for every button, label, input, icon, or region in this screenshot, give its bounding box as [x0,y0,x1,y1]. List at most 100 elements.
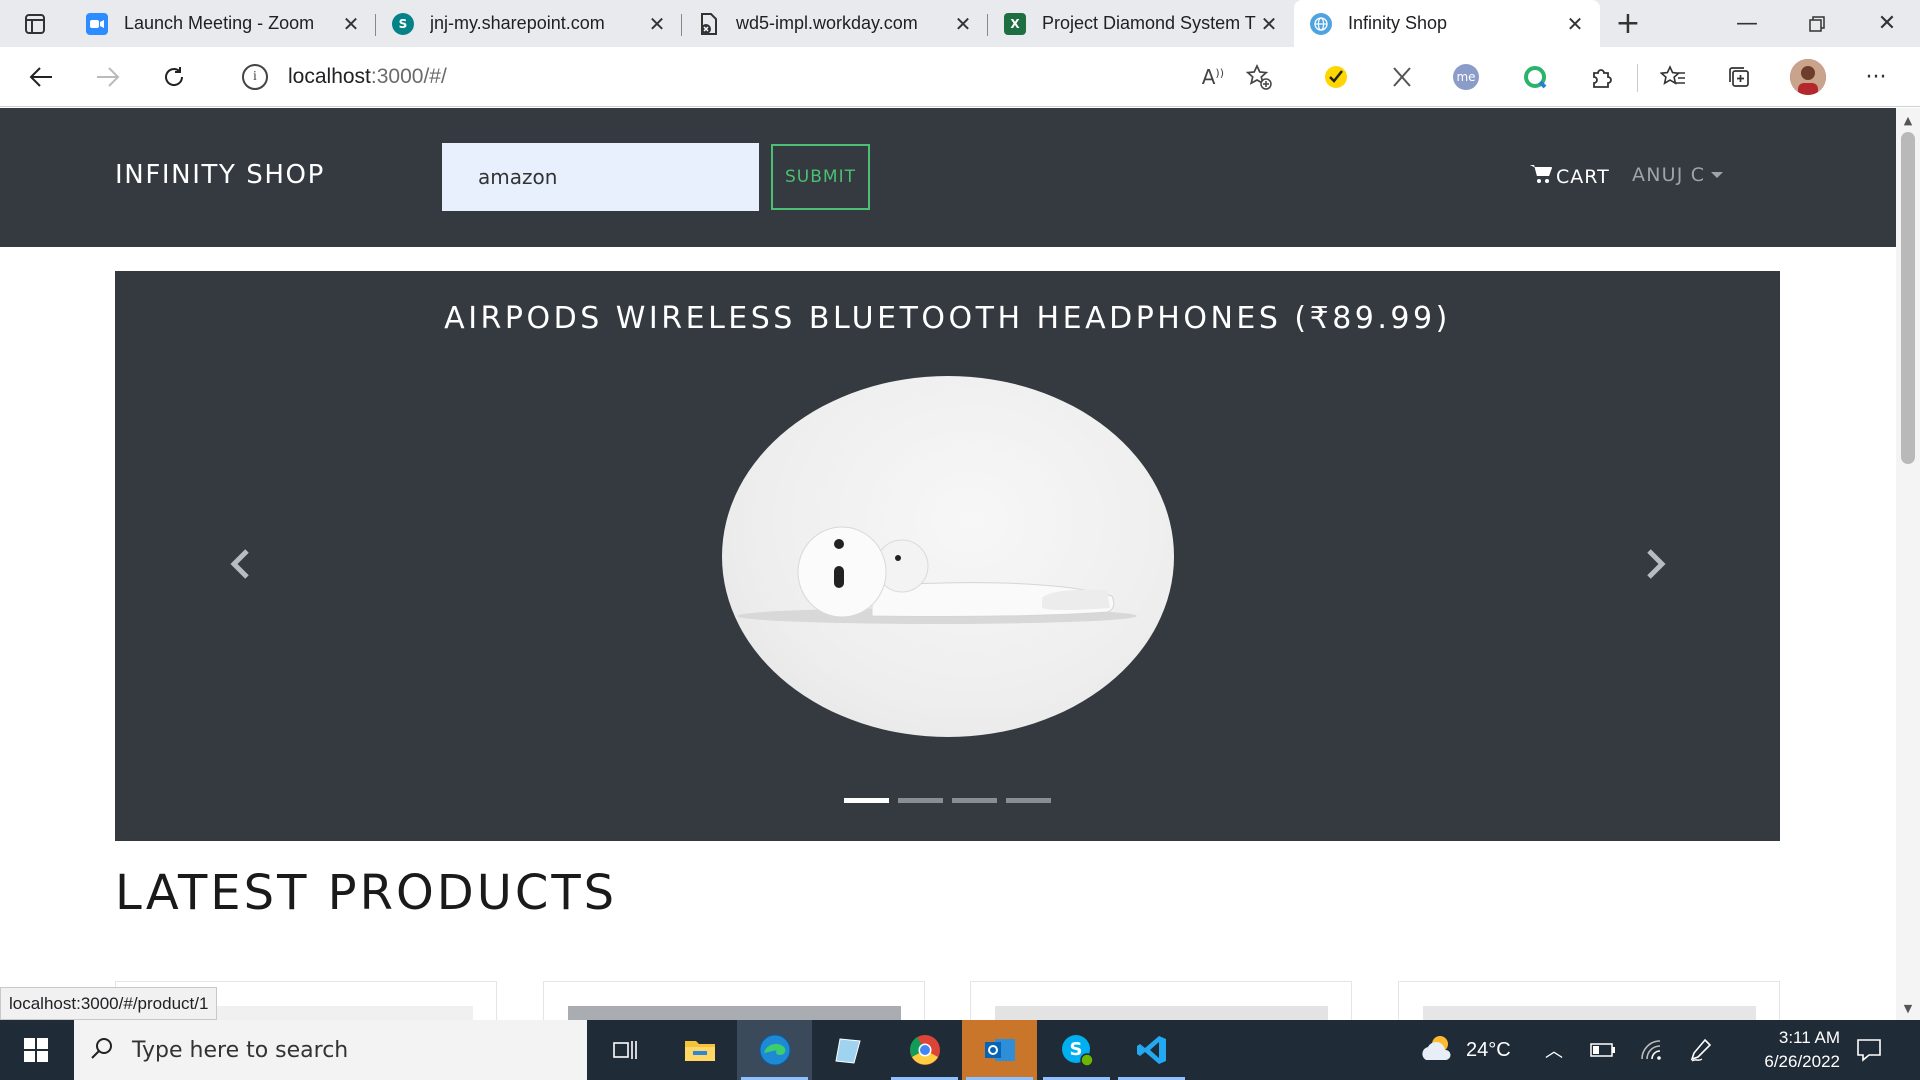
clock-date: 6/26/2022 [1764,1052,1840,1071]
skype-app-icon[interactable]: S [1039,1020,1114,1080]
carousel-next-chevron-icon[interactable] [1631,539,1681,589]
product-image[interactable] [1423,1006,1756,1020]
link-status-bar: localhost:3000/#/product/1 [0,987,218,1020]
close-icon[interactable]: ✕ [646,12,668,36]
pen-workspace-icon[interactable] [1690,1020,1712,1080]
tab-title: Project Diamond System T [1042,13,1256,33]
browser-tab-infinity-shop[interactable]: Infinity Shop ✕ [1294,0,1600,47]
profile-avatar[interactable] [1790,59,1826,95]
restore-window-icon[interactable] [1782,0,1852,47]
shopping-cart-icon [1530,164,1552,189]
zoom-icon [86,12,108,35]
latest-products-heading: LATEST PRODUCTS [115,865,618,921]
search-submit-button[interactable]: SUBMIT [771,144,870,210]
vscode-app-icon[interactable] [1114,1020,1189,1080]
outlook-app-icon[interactable] [962,1020,1037,1080]
close-icon[interactable]: ✕ [1564,12,1586,36]
user-name: ANUJ C [1632,164,1706,186]
tab-title: Infinity Shop [1348,13,1448,33]
carousel-indicator-4[interactable] [1006,798,1051,803]
windows-start-icon[interactable] [0,1020,72,1080]
collections-icon[interactable] [1723,61,1755,93]
norton-check-icon[interactable] [1320,61,1352,93]
close-window-icon[interactable]: ✕ [1852,0,1920,47]
carousel-indicator-2[interactable] [898,798,943,803]
user-dropdown[interactable]: ANUJ C [1632,164,1724,186]
file-explorer-icon[interactable] [662,1020,737,1080]
scrollbar-thumb[interactable] [1901,132,1915,464]
product-card[interactable] [543,981,925,1020]
product-image[interactable] [568,1006,901,1020]
address-url[interactable]: localhost:3000/#/ [288,65,447,89]
notifications-icon[interactable] [1856,1020,1882,1080]
tab-actions-menu-icon[interactable] [0,0,70,47]
address-host: localhost [288,65,371,88]
edge-browser-icon[interactable] [737,1020,812,1080]
browser-tab-excel[interactable]: X Project Diamond System T ✕ [988,0,1294,47]
product-search-input[interactable] [442,143,759,211]
scroll-up-icon[interactable]: ▲ [1896,110,1920,130]
forward-arrow-icon[interactable] [88,59,128,95]
extensions-puzzle-icon[interactable] [1586,61,1618,93]
sharepoint-icon: S [392,12,414,35]
taskbar-clock[interactable]: 3:11 AM 6/26/2022 [1740,1026,1840,1074]
site-brand-link[interactable]: INFINITY SHOP [115,160,325,190]
tab-title: jnj-my.sharepoint.com [430,13,605,33]
carousel-product-image[interactable] [722,376,1174,737]
cart-link[interactable]: CART [1530,164,1610,189]
wifi-icon[interactable] [1640,1020,1664,1080]
x-extension-icon[interactable] [1386,61,1418,93]
carousel-indicator-1[interactable] [844,798,889,803]
task-view-icon[interactable] [587,1020,662,1080]
windows-taskbar: Type here to search S 24°C ︿ 3:11 AM 6/2… [0,1020,1920,1080]
site-navbar: INFINITY SHOP SUBMIT CART ANUJ C [0,108,1896,247]
close-icon[interactable]: ✕ [1258,12,1280,36]
browser-tab-strip: Launch Meeting - Zoom ✕ S jnj-my.sharepo… [0,0,1920,47]
show-hidden-icons-chevron-icon[interactable]: ︿ [1545,1020,1563,1080]
tab-title: Launch Meeting - Zoom [124,13,315,33]
q-extension-icon[interactable] [1519,61,1551,93]
me-extension-icon[interactable]: me [1453,64,1479,90]
partly-cloudy-icon [1420,1033,1456,1067]
address-path: :3000/#/ [370,65,447,88]
clock-time: 3:11 AM [1778,1028,1840,1047]
browser-tab-workday[interactable]: wd5-impl.workday.com ✕ [682,0,988,47]
carousel-caption[interactable]: AIRPODS WIRELESS BLUETOOTH HEADPHONES (₹… [115,301,1780,336]
product-image[interactable] [995,1006,1328,1020]
battery-icon[interactable] [1590,1020,1616,1080]
weather-widget[interactable]: 24°C [1420,1020,1511,1080]
browser-tab-sharepoint[interactable]: S jnj-my.sharepoint.com ✕ [376,0,682,47]
new-tab-plus-icon[interactable]: + [1600,0,1656,47]
product-card[interactable] [1398,981,1780,1020]
settings-more-icon[interactable]: ··· [1860,61,1892,93]
close-icon[interactable]: ✕ [340,12,362,36]
product-card[interactable] [970,981,1352,1020]
taskbar-search-box[interactable]: Type here to search [74,1020,587,1080]
browser-toolbar: i localhost:3000/#/ A)) me ··· [0,47,1920,107]
cart-label: CART [1556,165,1610,188]
globe-icon [1310,12,1332,35]
tab-title: wd5-impl.workday.com [736,13,918,33]
carousel-indicators [844,798,1051,803]
close-icon[interactable]: ✕ [952,12,974,36]
browser-tab-zoom[interactable]: Launch Meeting - Zoom ✕ [70,0,376,47]
address-bar[interactable]: i localhost:3000/#/ A)) [214,54,1294,100]
scroll-down-icon[interactable]: ▼ [1896,998,1920,1018]
chevron-down-icon [1711,172,1724,178]
carousel-indicator-3[interactable] [952,798,997,803]
web-page: INFINITY SHOP SUBMIT CART ANUJ C AIRPODS… [0,108,1896,1020]
search-icon [90,1036,114,1064]
site-info-icon[interactable]: i [242,64,268,90]
refresh-icon[interactable] [154,59,194,95]
svg-text:S: S [1069,1039,1082,1060]
chrome-browser-icon[interactable] [887,1020,962,1080]
taskbar-search-placeholder: Type here to search [132,1037,349,1063]
favorites-star-icon[interactable] [1657,61,1689,93]
read-aloud-icon[interactable]: A)) [1202,65,1224,89]
carousel-prev-chevron-icon[interactable] [215,539,265,589]
minimize-icon[interactable]: — [1712,0,1782,47]
excel-icon: X [1004,12,1026,35]
back-arrow-icon[interactable] [21,59,61,95]
notepad-app-icon[interactable] [812,1020,887,1080]
add-favorite-icon[interactable] [1245,63,1272,94]
